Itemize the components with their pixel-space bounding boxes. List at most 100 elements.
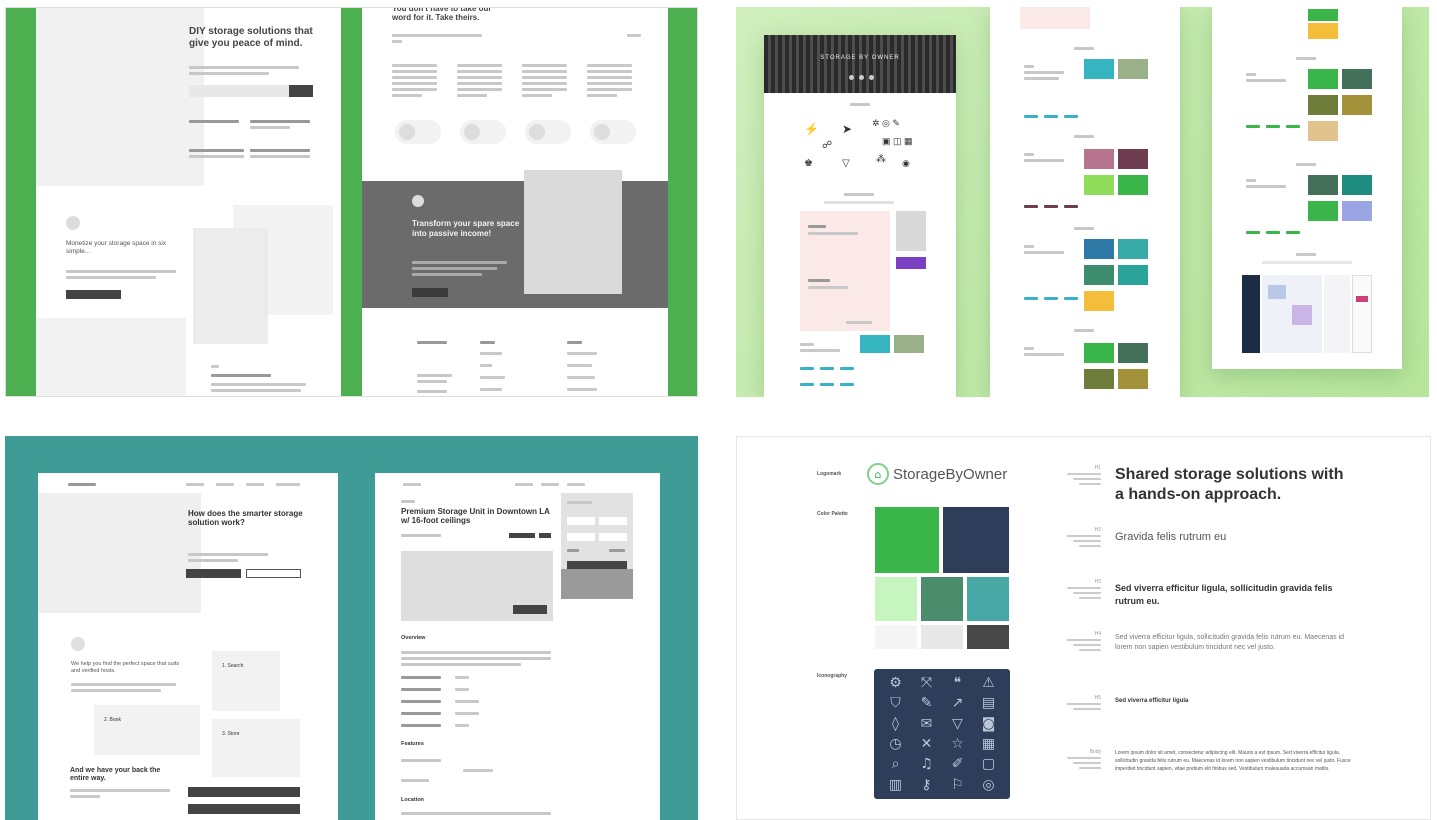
avatar [66, 216, 80, 230]
swatch-yellow [1308, 23, 1338, 39]
date-input[interactable] [599, 517, 627, 525]
pencil-icon: ✎ [920, 695, 933, 712]
swatch-periwinkle [1342, 201, 1372, 221]
swatch-steel-blue [1084, 239, 1114, 259]
swatch-plum [1118, 149, 1148, 169]
mail-icon: ✉ [920, 715, 933, 732]
tag-button[interactable] [539, 533, 551, 538]
logo-text: StorageByOwner [893, 465, 1008, 483]
hero-image-placeholder [38, 493, 201, 613]
lightning-icon: ⚡ [804, 122, 819, 136]
swatch-green [1308, 69, 1338, 89]
document-icon: ▤ [981, 695, 996, 712]
swatch-sage [894, 335, 924, 353]
quote-icon: ❝ [953, 675, 962, 692]
email-input[interactable] [189, 85, 289, 97]
view-photos-button[interactable] [513, 605, 547, 614]
swatch-green [1118, 175, 1148, 195]
settings-icon: ✲ ◎ ✎ [872, 118, 900, 128]
house-icon: ⌂ [867, 463, 889, 485]
swatch-yellow [1084, 291, 1114, 311]
share-icon: ↗ [951, 695, 964, 712]
learn-more-button[interactable] [66, 290, 121, 299]
swatch-olive [1084, 369, 1114, 389]
card-book: 2. Book [94, 705, 200, 755]
avatar [525, 120, 571, 144]
card-pink [800, 211, 890, 331]
hero-image-placeholder [36, 8, 204, 186]
swatch-sage [1118, 59, 1148, 79]
key-icon: ⚷ [921, 776, 932, 793]
image-placeholder [193, 228, 268, 344]
h2-label: H2 [1094, 527, 1101, 533]
avatar [460, 120, 506, 144]
search-icon: ⌕ [891, 756, 900, 773]
swatch-green [1308, 201, 1338, 221]
book-button[interactable] [567, 561, 627, 569]
iconography-label: Iconography [817, 673, 848, 679]
quote-title: You don't have to take our word for it. … [392, 7, 492, 23]
clipboard-icon: ▦ [981, 736, 996, 753]
wireframe-page-left: DIY storage solutions that give you peac… [36, 8, 341, 396]
lightbulb-icon: ◊ [892, 715, 899, 732]
grid-icon: ▣ ◫ ▦ [882, 136, 913, 146]
pin-icon: ◉ [902, 158, 910, 168]
style-page-3 [1212, 7, 1402, 369]
swatch-olive [1308, 95, 1338, 115]
h2-specimen: Gravida felis rutrum eu [1115, 531, 1227, 543]
swatch-teal [1342, 175, 1372, 195]
swatch-purple [896, 257, 926, 269]
section-location: Location [401, 797, 424, 803]
learn-more-button[interactable] [246, 569, 301, 578]
swatch-sea-green [1084, 265, 1114, 285]
star-icon: ☆ [951, 736, 964, 753]
hero-banner-title: STORAGE BY OWNER [820, 55, 900, 61]
signup-button[interactable] [289, 85, 313, 97]
tag-button[interactable] [509, 533, 535, 538]
expand-icon: ⤧ [920, 675, 933, 692]
units-input[interactable] [599, 533, 627, 541]
stopwatch-icon: ◷ [889, 736, 902, 753]
get-started-button[interactable] [186, 569, 241, 578]
swatch-cyan [860, 335, 890, 353]
date-input[interactable] [567, 517, 595, 525]
dark-section-title: Transform your spare space into passive … [412, 219, 520, 238]
trophy-icon: ♚ [804, 158, 813, 169]
style-page-2 [990, 7, 1180, 397]
filter-icon: ▽ [952, 715, 963, 732]
swatch-teal [1118, 265, 1148, 285]
swatch-green [1308, 9, 1338, 21]
wireframe-page-right: You don't have to take our word for it. … [362, 7, 668, 396]
section-features: Features [401, 741, 424, 747]
cta-button[interactable] [188, 787, 300, 797]
h1-specimen: Shared storage solutions with a hands-on… [1115, 466, 1344, 503]
card-pink [1020, 7, 1090, 29]
paperclip-icon: ☍ [822, 140, 833, 151]
swatch-mauve [1084, 149, 1114, 169]
swatch-sea-green [1308, 175, 1338, 195]
back-title: And we have your back the entire way. [70, 767, 161, 783]
swatch-mustard [1118, 369, 1148, 389]
wireframe-page-how: How does the smarter storage solution wo… [38, 473, 338, 820]
hero-title: DIY storage solutions that give you peac… [189, 26, 313, 49]
logomark-label: Logomark [817, 471, 842, 477]
swatch-charcoal [967, 625, 1009, 649]
section-overview: Overview [401, 635, 426, 641]
app-screenshot-dark [1242, 275, 1260, 353]
get-started-button[interactable] [412, 288, 448, 297]
listing-title: Premium Storage Unit in Downtown LA w/ 1… [401, 507, 550, 526]
swatch-light-gray [921, 625, 963, 649]
wireframe-tile-landing: DIY storage solutions that give you peac… [5, 7, 698, 397]
share-icon: ⁂ [876, 154, 886, 165]
swatch-sea-green [1118, 343, 1148, 363]
avatar [71, 637, 85, 651]
units-input[interactable] [567, 533, 595, 541]
h1-label: H1 [1094, 465, 1101, 471]
swatch-green [875, 507, 939, 573]
avatar [395, 120, 441, 144]
cta-button[interactable] [188, 804, 300, 814]
swatch-light-green [875, 577, 917, 621]
swatch-navy [943, 507, 1009, 573]
dark-section: Transform your spare space into passive … [362, 181, 668, 308]
body-specimen: Lorem ipsum dolor sit amet, consectetur … [1115, 750, 1351, 772]
